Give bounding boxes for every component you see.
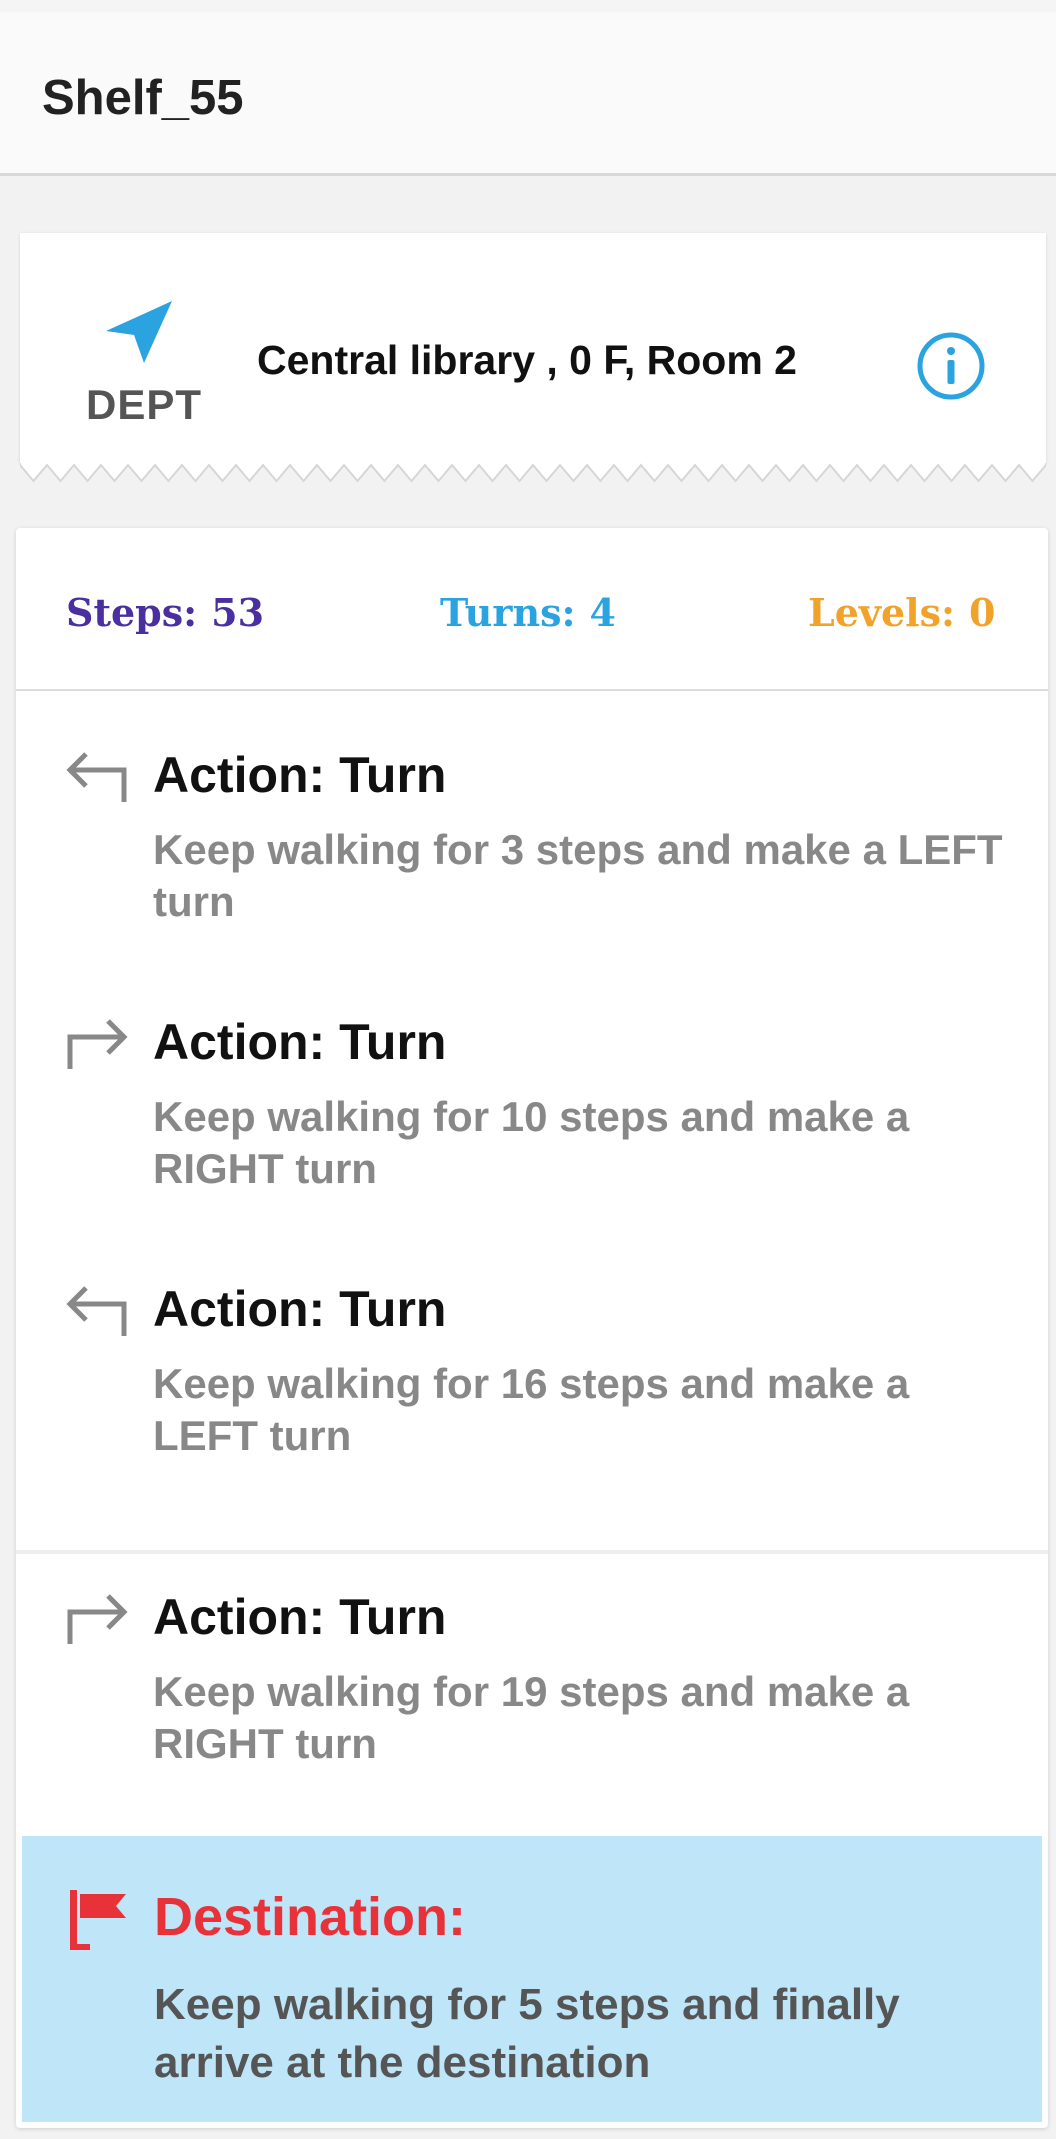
turn-left-icon (66, 752, 127, 802)
turn-left-icon (66, 1286, 127, 1336)
destination-description: Keep walking for 5 steps and finally arr… (154, 1980, 900, 2087)
flag-icon (70, 1890, 126, 1950)
step-action: Action: Turn (153, 1281, 447, 1337)
step-description: Keep walking for 3 steps and make a LEFT… (153, 826, 1003, 925)
dept-label: DEPT (86, 381, 203, 428)
turns-label: Turns: (440, 590, 576, 635)
destination-title: Destination: (154, 1887, 467, 1947)
app-header: Shelf_55 (0, 12, 1056, 176)
destination-step[interactable]: Destination: Keep walking for 5 steps an… (22, 1836, 1042, 2122)
turn-right-icon (67, 1594, 128, 1644)
status-bar-strip (0, 0, 1056, 12)
levels-label: Levels: (808, 590, 956, 635)
location-text: Central library , 0 F, Room 2 (257, 337, 797, 383)
turn-right-icon (67, 1019, 128, 1069)
turns-value: 4 (589, 590, 616, 635)
ticket-zigzag-edge (20, 463, 1046, 483)
step-action: Action: Turn (153, 747, 447, 803)
steps-value: 53 (211, 590, 265, 635)
step-action: Action: Turn (153, 1014, 447, 1070)
navigation-arrow-icon (106, 301, 172, 363)
steps-stat: Steps: 53 (66, 590, 264, 635)
page-title: Shelf_55 (42, 71, 244, 125)
levels-stat: Levels: 0 (808, 590, 995, 635)
list-divider (16, 1550, 1048, 1554)
step-description: Keep walking for 19 steps and make a RIG… (153, 1668, 910, 1767)
step-action: Action: Turn (153, 1589, 447, 1645)
route-card: Steps: 53 Turns: 4 Levels: 0 Action: Turn K… (16, 528, 1048, 2128)
levels-value: 0 (969, 590, 996, 635)
turns-stat: Turns: 4 (440, 590, 616, 635)
step-description: Keep walking for 10 steps and make a RIG… (153, 1093, 910, 1192)
info-icon[interactable] (915, 330, 987, 402)
route-stats: Steps: 53 Turns: 4 Levels: 0 (16, 528, 1048, 691)
steps-label: Steps: (66, 590, 198, 635)
location-ticket: DEPT Central library , 0 F, Room 2 (20, 233, 1046, 483)
step-description: Keep walking for 16 steps and make a LEF… (153, 1360, 910, 1459)
